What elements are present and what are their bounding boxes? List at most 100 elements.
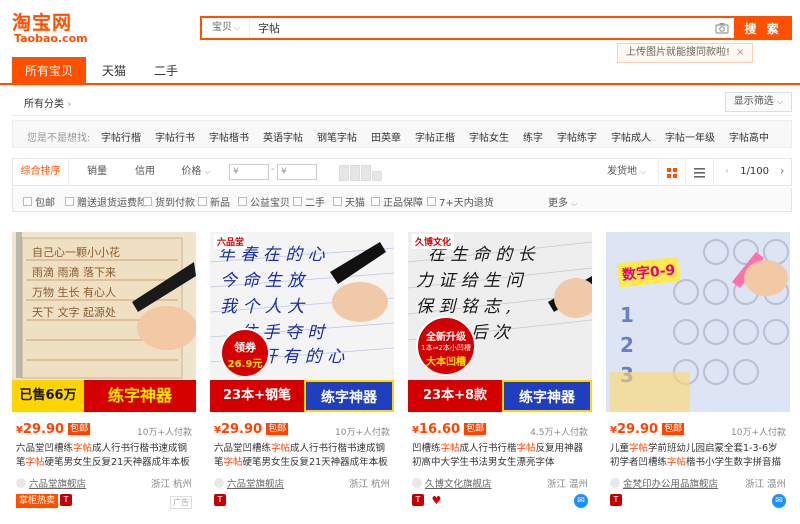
product-card[interactable]: 自己心一颗小小花 雨滴 雨滴 落下来 万物 生长 有心人 天下 文字 起源处 已… xyxy=(12,232,196,518)
price-max-input[interactable]: ¥ xyxy=(277,164,317,180)
show-filter-label: 显示筛选 xyxy=(733,96,774,107)
shop-icon xyxy=(214,478,224,488)
suggestion-link[interactable]: 字帖成人 xyxy=(611,129,651,144)
checkbox-secondhand[interactable]: 二手 xyxy=(293,194,325,209)
taobao-logo[interactable]: 淘宝网 xyxy=(12,8,72,35)
suggestion-row: 您是不是想找: 字帖行楷 字帖行书 字帖楷书 英语字帖 钢笔字帖 田英章 字帖正… xyxy=(12,120,792,148)
more-label: 更多 xyxy=(548,198,568,209)
next-page-icon[interactable]: › xyxy=(780,166,784,177)
chevron-down-icon: ⌵ xyxy=(640,167,647,176)
product-image[interactable]: 年 春 在 的 心 今 命 生 放 我 个 人 大 住 手 夺 时 开 有 的 … xyxy=(210,232,394,412)
product-card[interactable]: 在 生 命 的 长 力 证 给 生 问 保 到 铭 志 , 贵 后 次 久博文化… xyxy=(408,232,592,518)
checkbox-label: 新品 xyxy=(210,198,230,209)
taobao-logo-en[interactable]: Taobao.com xyxy=(14,32,88,45)
sort-price[interactable]: 价格 ⌵ xyxy=(173,159,219,185)
banner-right-text: 练字神器 xyxy=(502,380,592,412)
shop-icon xyxy=(412,478,422,488)
product-image[interactable]: 123 数字0-9 xyxy=(606,232,790,412)
shop-link[interactable]: 金梵印办公用品旗舰店 xyxy=(623,479,718,490)
price-range-bars[interactable] xyxy=(339,163,385,181)
checkbox-free-shipping[interactable]: 包邮 xyxy=(23,194,55,209)
more-filters[interactable]: 更多 ⌵ xyxy=(548,194,577,209)
free-shipping-badge: 包邮 xyxy=(266,423,289,435)
checkbox-charity[interactable]: 公益宝贝 xyxy=(238,194,290,209)
title-text: 六品堂凹槽练 xyxy=(214,443,272,454)
coupon-value: 26.9元 xyxy=(227,359,263,370)
location: 浙江 杭州 xyxy=(348,479,390,490)
camera-icon[interactable] xyxy=(710,18,734,38)
tab-tmall[interactable]: 天猫 xyxy=(86,57,142,85)
suggestion-link[interactable]: 字帖行书 xyxy=(155,129,195,144)
price: ¥29.90 xyxy=(610,422,659,437)
svg-text:我 个 人 大: 我 个 人 大 xyxy=(220,297,306,317)
product-banner: 已售66万 练字神器 xyxy=(12,380,196,412)
suggestion-link[interactable]: 字帖女生 xyxy=(469,129,509,144)
badge-row: 掌柜热卖 T 广告 xyxy=(16,494,192,510)
search-button[interactable]: 搜 索 xyxy=(734,16,792,40)
product-card[interactable]: 123 数字0-9 ¥29.90包邮 10万+人付款 儿童字帖学前班幼儿园启蒙全… xyxy=(606,232,790,518)
suggestion-link[interactable]: 字帖高中 xyxy=(729,129,769,144)
brand-tag: 久博文化 xyxy=(412,234,455,249)
shop-row: 久博文化旗舰店 浙江 温州 xyxy=(412,476,588,490)
suggestion-link[interactable]: 字帖楷书 xyxy=(209,129,249,144)
price-min-input[interactable]: ¥ xyxy=(229,164,269,180)
location: 浙江 杭州 xyxy=(150,479,192,490)
tab-all-items[interactable]: 所有宝贝 xyxy=(12,57,86,85)
product-title[interactable]: 儿童字帖学前班幼儿园启蒙全套1-3-6岁初学者凹槽练字帖楷书小学生数字拼音描红练 xyxy=(610,442,786,470)
suggestion-link[interactable]: 英语字帖 xyxy=(263,129,303,144)
price: ¥29.90 xyxy=(214,422,263,437)
chat-icon[interactable]: ✉ xyxy=(772,494,786,508)
product-card[interactable]: 年 春 在 的 心 今 命 生 放 我 个 人 大 住 手 夺 时 开 有 的 … xyxy=(210,232,394,518)
product-image[interactable]: 自己心一颗小小花 雨滴 雨滴 落下来 万物 生长 有心人 天下 文字 起源处 已… xyxy=(12,232,196,412)
suggestion-link[interactable]: 钢笔字帖 xyxy=(317,129,357,144)
search-type-select[interactable]: 宝贝 ⌵ xyxy=(202,18,250,38)
suggestion-link[interactable]: 字帖练字 xyxy=(557,129,597,144)
checkbox-genuine[interactable]: 正品保障 xyxy=(371,194,423,209)
svg-text:万物 生长 有心人: 万物 生长 有心人 xyxy=(32,285,116,299)
prev-page-icon[interactable]: ‹ xyxy=(725,166,729,177)
shop-link[interactable]: 久博文化旗舰店 xyxy=(425,479,492,490)
price-row: ¥29.90 包邮 10万+人付款 xyxy=(16,422,192,438)
product-image[interactable]: 在 生 命 的 长 力 证 给 生 问 保 到 铭 志 , 贵 后 次 久博文化… xyxy=(408,232,592,412)
shop-link[interactable]: 六品堂旗舰店 xyxy=(29,479,86,490)
tab-secondhand[interactable]: 二手 xyxy=(142,57,190,85)
ship-from-label: 发货地 xyxy=(607,166,637,177)
suggestion-link[interactable]: 字帖行楷 xyxy=(101,129,141,144)
upgrade-stamp: 全新升级 1本⇒2本小凹槽 大本凹槽 xyxy=(416,316,476,376)
shop-link[interactable]: 六品堂旗舰店 xyxy=(227,479,284,490)
svg-text:自己心一颗小小花: 自己心一颗小小花 xyxy=(32,246,120,259)
suggestion-link[interactable]: 练字 xyxy=(523,129,543,144)
show-filter-button[interactable]: 显示筛选 ⌵ xyxy=(724,92,792,112)
checkbox-cod[interactable]: 货到付款 xyxy=(143,194,195,209)
product-title[interactable]: 六品堂凹槽练字帖成人行书行楷书速成钢笔字帖硬笔男女生反复21天神器成年本板字体 xyxy=(16,442,192,470)
chat-icon[interactable]: ✉ xyxy=(574,494,588,508)
shop-row: 六品堂旗舰店 浙江 杭州 xyxy=(214,476,390,490)
chevron-down-icon: ⌵ xyxy=(571,199,578,208)
sort-default[interactable]: 综合排序 xyxy=(13,159,69,185)
search-input[interactable] xyxy=(250,18,710,38)
location: 浙江 温州 xyxy=(546,479,588,490)
suggestion-link[interactable]: 字帖一年级 xyxy=(665,129,715,144)
suggestion-link[interactable]: 田英章 xyxy=(371,129,401,144)
grid-view-icon[interactable] xyxy=(658,159,686,185)
checkbox-new[interactable]: 新品 xyxy=(198,194,230,209)
suggestion-link[interactable]: 字帖正楷 xyxy=(415,129,455,144)
list-view-icon[interactable] xyxy=(686,159,714,185)
ship-from-select[interactable]: 发货地 ⌵ xyxy=(607,159,646,185)
checkbox-label: 货到付款 xyxy=(155,198,195,209)
all-categories-label: 所有分类 xyxy=(24,99,64,110)
price-value: 29.90 xyxy=(616,422,659,437)
checkbox-return-insurance[interactable]: 赠送退货运费险 xyxy=(65,194,147,209)
product-title[interactable]: 凹槽练字帖成人行书行楷字帖反复用神器初高中大学生书法男女生漂亮字体 xyxy=(412,442,588,470)
sort-credit[interactable]: 信用 xyxy=(123,159,167,185)
stamp-sub: 1本⇒2本小凹槽 xyxy=(421,344,471,352)
search-tabs: 所有宝贝 天猫 二手 xyxy=(0,57,800,85)
product-title[interactable]: 六品堂凹槽练字帖成人行书行楷书速成钢笔字帖硬笔男女生反复21天神器成年本板字体 xyxy=(214,442,390,470)
suggestion-list: 字帖行楷 字帖行书 字帖楷书 英语字帖 钢笔字帖 田英章 字帖正楷 字帖女生 练… xyxy=(101,129,783,144)
checkbox-7day-return[interactable]: 7+天内退货 xyxy=(427,194,494,209)
all-categories-link[interactable]: 所有分类 › xyxy=(24,95,71,110)
chevron-right-icon: › xyxy=(67,99,72,110)
coupon-title: 领券 xyxy=(234,341,256,354)
checkbox-tmall[interactable]: 天猫 xyxy=(333,194,365,209)
sort-sales[interactable]: 销量 xyxy=(75,159,119,185)
